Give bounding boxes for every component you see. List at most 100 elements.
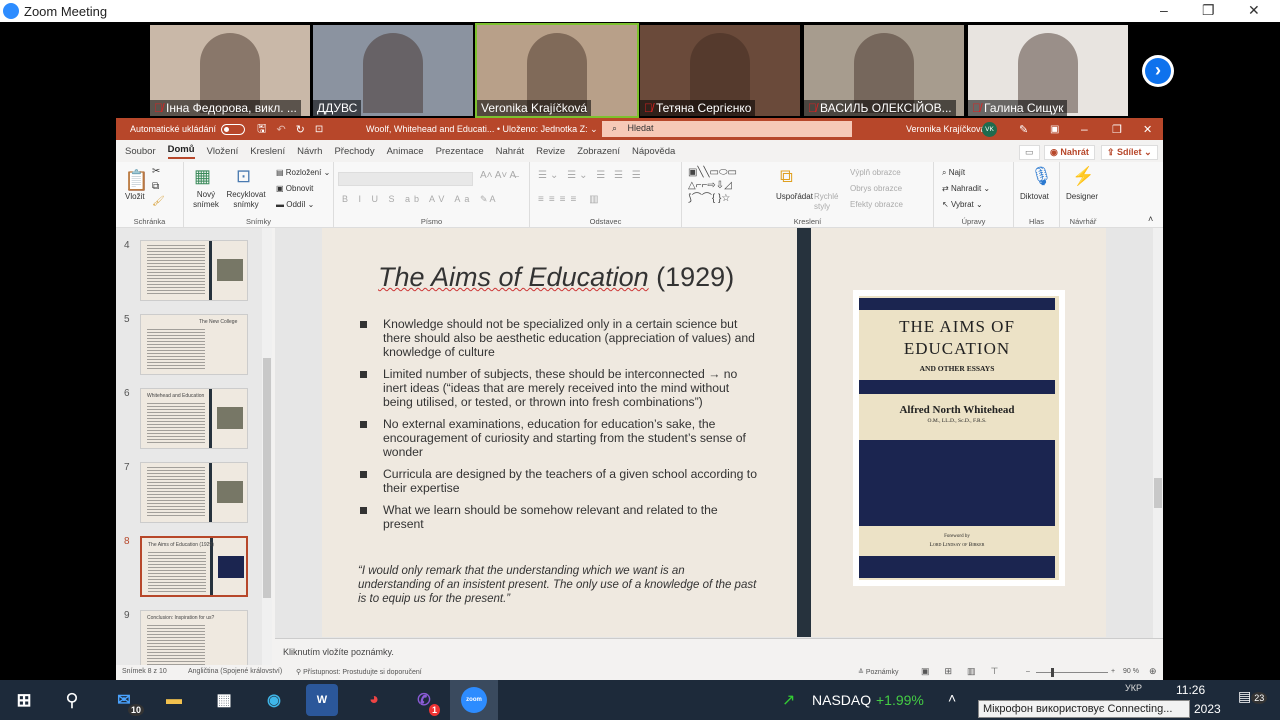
- slide-thumbnail[interactable]: The Aims of Education (1929): [140, 536, 248, 597]
- show-hidden-icons[interactable]: ˄: [948, 690, 956, 706]
- tab-2[interactable]: Vložení: [207, 146, 239, 157]
- slide-thumbnail[interactable]: Whitehead and Education: [140, 388, 248, 449]
- share-button[interactable]: ⇪ Sdílet ⌄: [1101, 145, 1158, 160]
- paste-button[interactable]: Vložit: [125, 192, 145, 201]
- slide-thumbnail[interactable]: Conclusion: Inspiration for us?: [140, 610, 248, 671]
- copy-icon[interactable]: ⧉: [152, 181, 159, 192]
- slide-thumbnail[interactable]: [140, 462, 248, 523]
- record-button[interactable]: ◉ Nahrát: [1044, 145, 1095, 160]
- tab-6[interactable]: Animace: [387, 146, 424, 157]
- shape-outline-button[interactable]: Obrys obrazce: [850, 184, 902, 193]
- font-format-buttons[interactable]: B I U S ab AV Aa: [342, 194, 473, 204]
- section-button[interactable]: ▬ Oddíl ⌄: [276, 200, 314, 209]
- slide-canvas[interactable]: The Aims of Education (1929) Knowledge s…: [322, 228, 1106, 637]
- user-avatar[interactable]: VK: [982, 122, 997, 137]
- participant-tile[interactable]: Veronika Krajíčková: [475, 23, 639, 118]
- zoom-out-button[interactable]: –: [1026, 668, 1030, 675]
- quick-styles-button[interactable]: Rychlé styly: [814, 192, 840, 212]
- present-icon[interactable]: ⊡: [315, 124, 323, 135]
- zoom-in-button[interactable]: +: [1111, 668, 1115, 675]
- notes-pane[interactable]: Kliknutím vložíte poznámky.: [275, 638, 1163, 665]
- tab-8[interactable]: Nahrát: [496, 146, 525, 157]
- edge-icon[interactable]: ◉: [258, 684, 290, 716]
- undo-icon[interactable]: ↶: [276, 123, 285, 136]
- clock-time[interactable]: 11:26: [1176, 683, 1205, 697]
- view-buttons[interactable]: ▣⊞▥⊤: [921, 666, 1013, 677]
- tab-7[interactable]: Prezentace: [436, 146, 484, 157]
- tab-1[interactable]: Domů: [167, 144, 195, 159]
- participant-tile[interactable]: 🎙̸ ВАСИЛЬ ОЛЕКСІЙОВ...: [804, 25, 964, 116]
- tab-10[interactable]: Zobrazení: [577, 146, 620, 157]
- slide-quote[interactable]: “I would only remark that the understand…: [358, 564, 758, 606]
- bullet-item[interactable]: No external examinations, education for …: [358, 417, 758, 459]
- bullet-item[interactable]: Curricula are designed by the teachers o…: [358, 467, 758, 495]
- list-buttons[interactable]: ☰⌄ ☰⌄ ☰ ☰ ☰: [538, 170, 644, 181]
- zoom-level[interactable]: 90 %: [1123, 668, 1139, 675]
- search-icon[interactable]: ⚲: [56, 684, 88, 716]
- language-indicator[interactable]: УКР: [1125, 683, 1142, 693]
- dictate-button[interactable]: Diktovat: [1020, 192, 1049, 201]
- format-painter-icon[interactable]: 🖌: [152, 196, 165, 207]
- ppt-restore-button[interactable]: ❐: [1112, 123, 1122, 136]
- ticker-name[interactable]: NASDAQ: [812, 692, 871, 708]
- chrome-icon[interactable]: ◕: [358, 684, 390, 716]
- ppt-minimize-button[interactable]: –: [1081, 122, 1088, 136]
- bullet-item[interactable]: Limited number of subjects, these should…: [358, 367, 758, 409]
- font-color-icons[interactable]: ✎ A: [480, 194, 496, 205]
- participant-tile[interactable]: 🎙̸ Галина Сищук: [968, 25, 1128, 116]
- tab-9[interactable]: Revize: [536, 146, 565, 157]
- zoom-slider[interactable]: [1036, 668, 1108, 677]
- store-icon[interactable]: ▦: [208, 684, 240, 716]
- mail-icon[interactable]: ✉ 10: [108, 684, 144, 716]
- tab-11[interactable]: Nápověda: [632, 146, 675, 157]
- shapes-gallery[interactable]: ▣╲╲▭⬭▭ △⌐⌐⇨⇩◿ ⟆⌒⌒{ }☆: [688, 166, 737, 205]
- notifications-icon[interactable]: ▤ 23: [1238, 688, 1268, 705]
- tab-5[interactable]: Přechody: [334, 146, 374, 157]
- next-participants-button[interactable]: ›: [1142, 55, 1174, 87]
- redo-icon[interactable]: ↻: [296, 123, 305, 136]
- book-cover-image[interactable]: THE AIMS OF EDUCATION AND OTHER ESSAYS Al…: [853, 290, 1065, 586]
- accessibility-indicator[interactable]: ⚲ Přístupnost: Prostudujte si doporučení: [296, 668, 422, 676]
- word-icon[interactable]: W: [306, 684, 338, 716]
- participant-tile[interactable]: 🎙̸ Інна Федорова, викл. ...: [150, 25, 310, 116]
- tab-3[interactable]: Kreslení: [250, 146, 285, 157]
- language-indicator[interactable]: Angličtina (Spojené království): [188, 668, 282, 675]
- participant-tile[interactable]: ДДУВС: [313, 25, 473, 116]
- new-slide-button[interactable]: Nový snímek: [190, 190, 222, 210]
- fit-slide-icon[interactable]: ⊕: [1149, 666, 1157, 677]
- participant-tile[interactable]: 🎙̸ Тетяна Сергієнко: [640, 25, 800, 116]
- shape-fill-button[interactable]: Výplň obrazce: [850, 168, 901, 177]
- clock-date[interactable]: 2023: [1194, 702, 1221, 716]
- tab-0[interactable]: Soubor: [125, 146, 156, 157]
- align-buttons[interactable]: ≡≡≡≡ ▥: [538, 194, 604, 205]
- zoom-slider-thumb[interactable]: [1050, 668, 1054, 677]
- ticker-change[interactable]: +1.99%: [876, 692, 924, 708]
- slide-thumbnail[interactable]: The New College: [140, 314, 248, 375]
- document-title[interactable]: Woolf, Whitehead and Educati... • Uložen…: [366, 124, 598, 135]
- cut-icon[interactable]: ✂: [152, 166, 160, 177]
- select-button[interactable]: ↖ Vybrat ⌄: [942, 200, 983, 209]
- designer-button[interactable]: Designer: [1066, 192, 1098, 201]
- ribbon-display-icon[interactable]: ▣: [1050, 124, 1059, 135]
- file-explorer-icon[interactable]: ▬: [158, 684, 190, 716]
- search-box[interactable]: ⌕ Hledat: [602, 121, 852, 137]
- bullet-item[interactable]: Knowledge should not be specialized only…: [358, 317, 758, 359]
- ppt-close-button[interactable]: ✕: [1143, 123, 1152, 136]
- slide-title[interactable]: The Aims of Education (1929): [378, 262, 734, 293]
- autosave-toggle[interactable]: [221, 123, 246, 135]
- thumbnails-scrollbar[interactable]: [262, 228, 272, 665]
- layout-button[interactable]: ▤ Rozložení ⌄: [276, 168, 330, 177]
- collapse-ribbon-icon[interactable]: ˄: [1148, 214, 1153, 224]
- viber-icon[interactable]: ✆ 1: [408, 684, 440, 716]
- find-button[interactable]: ⌕ Najít: [942, 168, 965, 178]
- slide-thumbnail[interactable]: [140, 240, 248, 301]
- shape-effects-button[interactable]: Efekty obrazce: [850, 200, 903, 209]
- arrange-button[interactable]: Uspořádat: [776, 192, 813, 201]
- save-icon[interactable]: 🖫: [257, 120, 266, 139]
- bullet-item[interactable]: What we learn should be somehow relevant…: [358, 503, 758, 531]
- minimize-button[interactable]: –: [1160, 2, 1168, 18]
- maximize-button[interactable]: ❐: [1202, 2, 1215, 19]
- reset-button[interactable]: ▣ Obnovit: [276, 184, 313, 193]
- recycle-slides-button[interactable]: Recyklovat snímky: [224, 190, 268, 210]
- comments-button[interactable]: ▭: [1019, 145, 1040, 160]
